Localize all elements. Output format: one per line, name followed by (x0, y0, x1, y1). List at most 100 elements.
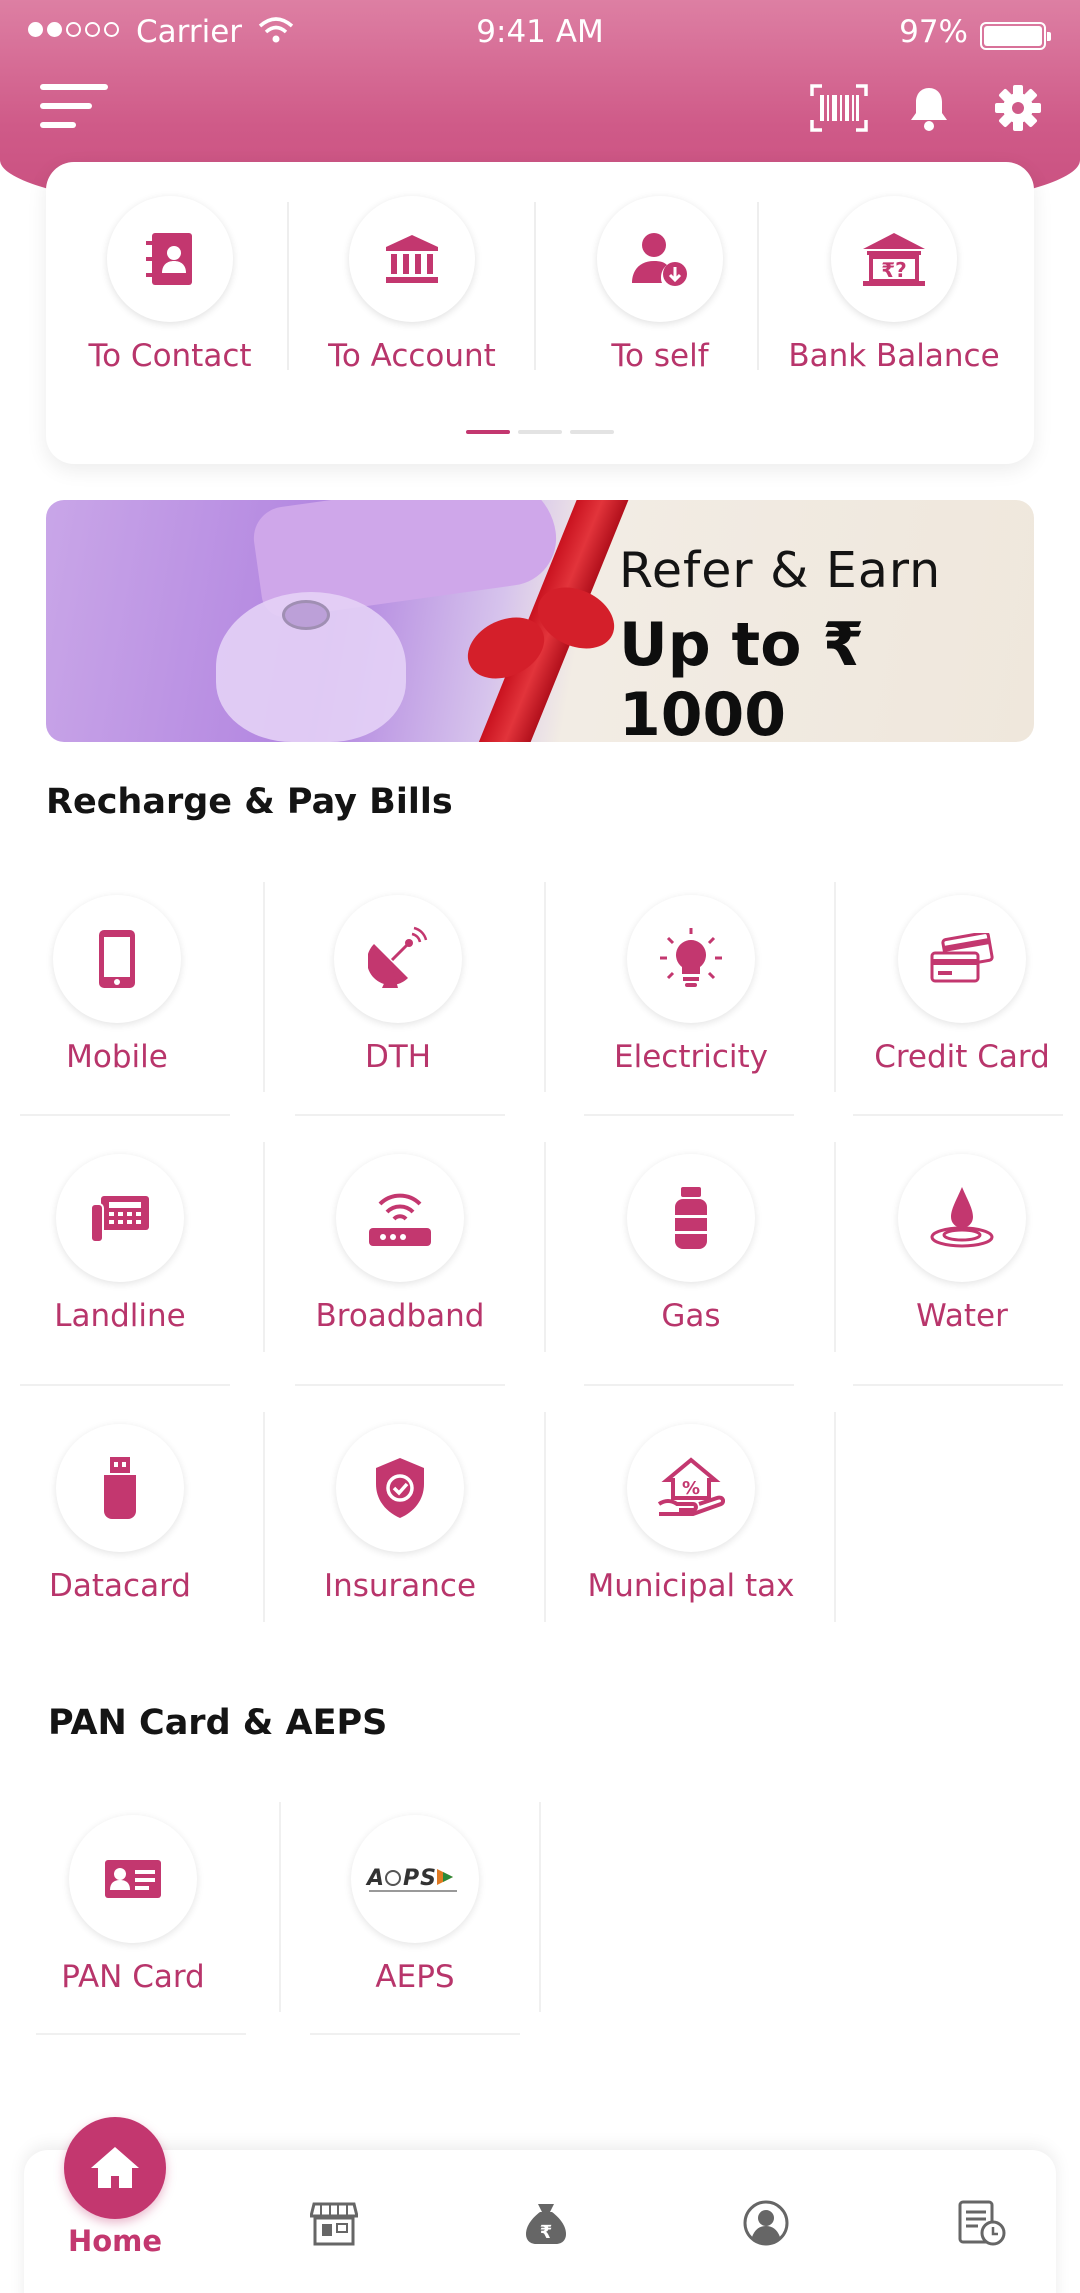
banner-title: Refer & Earn (619, 542, 942, 599)
battery-icon (980, 22, 1051, 50)
dth-recharge-button[interactable]: DTH (278, 895, 518, 1085)
credit-card-label: Credit Card (874, 1039, 1050, 1075)
user-download-icon (597, 196, 723, 322)
grid-divider (20, 1384, 230, 1386)
electricity-label: Electricity (614, 1039, 768, 1075)
grid-divider (584, 1384, 794, 1386)
divider (757, 202, 759, 370)
water-drop-icon (898, 1154, 1026, 1282)
pan-aeps-section-title: PAN Card & AEPS (48, 1703, 388, 1743)
water-label: Water (916, 1298, 1008, 1334)
grid-divider (584, 1114, 794, 1116)
money-transfer-card: To Contact To Account To self ₹? Bank Ba… (46, 162, 1034, 464)
grid-divider (36, 2033, 246, 2035)
grid-divider (544, 1412, 546, 1622)
pager-dot (518, 430, 562, 434)
gas-label: Gas (661, 1298, 721, 1334)
refer-earn-banner[interactable]: Refer & Earn Up to ₹ 1000 (46, 500, 1034, 742)
mobile-icon (53, 895, 181, 1023)
aeps-logo-icon: A PS (351, 1815, 479, 1943)
battery-percentage: 97% (899, 14, 968, 50)
grid-divider (834, 882, 836, 1092)
home-nav-button[interactable] (64, 2117, 166, 2219)
grid-divider (853, 1384, 1063, 1386)
svg-text:₹: ₹ (540, 2222, 553, 2243)
coin-illustration (282, 600, 330, 630)
recharge-section-title: Recharge & Pay Bills (46, 782, 453, 822)
pager-dot-active (466, 430, 510, 434)
grid-divider (263, 882, 265, 1092)
grid-divider (20, 1114, 230, 1116)
grid-divider (310, 2033, 520, 2035)
home-nav-label[interactable]: Home (40, 2224, 190, 2258)
broadband-label: Broadband (315, 1298, 485, 1334)
to-account-button[interactable]: To Account (292, 196, 532, 426)
bank-balance-label: Bank Balance (788, 338, 1000, 374)
pan-card-label: PAN Card (61, 1959, 205, 1995)
satellite-dish-icon (334, 895, 462, 1023)
carousel-pager (466, 430, 614, 434)
electricity-bill-button[interactable]: Electricity (571, 895, 811, 1085)
home-icon (91, 2147, 139, 2188)
insurance-label: Insurance (323, 1568, 477, 1604)
dth-label: DTH (364, 1039, 432, 1075)
grid-divider (295, 1384, 505, 1386)
grid-divider (853, 1114, 1063, 1116)
to-self-label: To self (611, 338, 709, 374)
grid-divider (544, 882, 546, 1092)
profile-icon[interactable] (726, 2188, 806, 2258)
pager-dot (570, 430, 614, 434)
barcode-scanner-icon[interactable] (809, 80, 869, 136)
broadband-bill-button[interactable]: Broadband (280, 1154, 520, 1344)
credit-card-icon (898, 895, 1026, 1023)
to-account-label: To Account (328, 338, 496, 374)
house-percent-icon: % (627, 1424, 755, 1552)
municipal-tax-label: Municipal tax (587, 1568, 795, 1604)
svg-text:A: A (365, 1866, 386, 1891)
to-self-button[interactable]: To self (540, 196, 780, 426)
contact-book-icon (107, 196, 233, 322)
shield-check-icon (336, 1424, 464, 1552)
grid-divider (834, 1412, 836, 1622)
gear-icon[interactable] (988, 80, 1048, 136)
gas-bill-button[interactable]: Gas (571, 1154, 811, 1344)
svg-text:PS: PS (403, 1866, 437, 1891)
router-icon (336, 1154, 464, 1282)
gas-cylinder-icon (627, 1154, 755, 1282)
money-bag-icon[interactable]: ₹ (506, 2188, 586, 2258)
svg-text:₹?: ₹? (881, 258, 907, 282)
hamburger-menu-icon[interactable] (40, 82, 110, 132)
to-contact-button[interactable]: To Contact (50, 196, 290, 426)
to-contact-label: To Contact (88, 338, 252, 374)
landline-bill-button[interactable]: Landline (0, 1154, 240, 1344)
banner-amount: Up to ₹ 1000 (619, 610, 865, 742)
mobile-label: Mobile (66, 1039, 168, 1075)
grid-divider (279, 1802, 281, 2012)
aeps-button[interactable]: A PS AEPS (295, 1815, 535, 2005)
grid-divider (295, 1114, 505, 1116)
credit-card-bill-button[interactable]: Credit Card (842, 895, 1080, 1085)
aeps-label: AEPS (375, 1959, 455, 1995)
water-bill-button[interactable]: Water (842, 1154, 1080, 1344)
divider (287, 202, 289, 370)
grid-divider (834, 1142, 836, 1352)
bell-icon[interactable] (899, 80, 959, 136)
bank-balance-button[interactable]: ₹? Bank Balance (774, 196, 1014, 426)
usb-dongle-icon (56, 1424, 184, 1552)
landline-phone-icon (56, 1154, 184, 1282)
mobile-recharge-button[interactable]: Mobile (0, 895, 237, 1085)
report-icon[interactable] (942, 2188, 1022, 2258)
pan-card-button[interactable]: PAN Card (13, 1815, 253, 2005)
insurance-button[interactable]: Insurance (280, 1424, 520, 1614)
id-card-icon (69, 1815, 197, 1943)
store-icon[interactable] (294, 2188, 374, 2258)
datacard-label: Datacard (49, 1568, 191, 1604)
municipal-tax-button[interactable]: % Municipal tax (571, 1424, 811, 1614)
bottom-navigation-bar: ₹ (24, 2150, 1056, 2293)
bulb-icon (627, 895, 755, 1023)
status-bar: Carrier 9:41 AM 97% (0, 0, 1080, 70)
divider (534, 202, 536, 370)
datacard-recharge-button[interactable]: Datacard (0, 1424, 240, 1614)
bank-balance-icon: ₹? (831, 196, 957, 322)
svg-text:%: % (682, 1478, 700, 1499)
